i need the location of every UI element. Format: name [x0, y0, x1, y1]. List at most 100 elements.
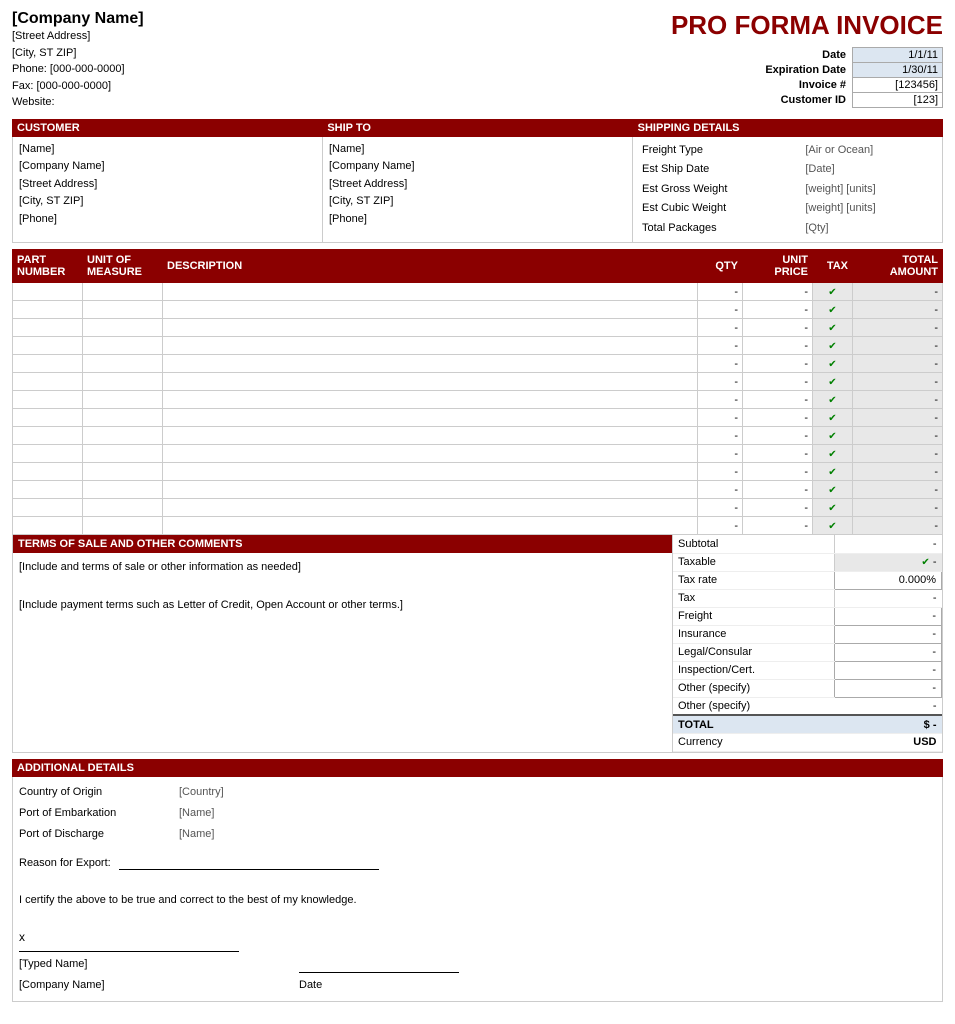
additional-section: ADDITIONAL DETAILS Country of Origin [Co…	[12, 759, 943, 1002]
totals-section: Subtotal - Taxable ✔ - Tax rate 0.000% T…	[673, 535, 943, 753]
col-header-desc: DESCRIPTION	[163, 250, 698, 283]
row-cell	[163, 301, 698, 319]
row-cell	[13, 499, 83, 517]
subtotal-label: Subtotal	[673, 535, 834, 553]
row-cell	[13, 481, 83, 499]
additional-header: ADDITIONAL DETAILS	[12, 759, 943, 777]
terms-header: TERMS OF SALE AND OTHER COMMENTS	[13, 535, 672, 553]
row-cell	[163, 391, 698, 409]
reason-label: Reason for Export:	[19, 853, 111, 874]
items-table: PART NUMBER UNIT OF MEASURE DESCRIPTION …	[12, 249, 943, 535]
row-cell	[83, 391, 163, 409]
currency-label: Currency	[673, 733, 834, 751]
info-row: [Name] [Company Name] [Street Address] […	[12, 137, 943, 244]
table-row: --✔-	[13, 499, 943, 517]
row-value-cell: -	[698, 337, 743, 355]
terms-line2: [Include payment terms such as Letter of…	[19, 596, 666, 615]
legal-label: Legal/Consular	[673, 643, 834, 661]
col-header-qty: QTY	[698, 250, 743, 283]
row-cell	[163, 355, 698, 373]
tax-check-icon: ✔	[828, 395, 836, 406]
row-value-cell: -	[698, 463, 743, 481]
row-cell	[13, 409, 83, 427]
tax-check-icon: ✔	[828, 305, 836, 316]
reason-row: Reason for Export:	[19, 853, 936, 874]
row-cell	[83, 517, 163, 535]
freight-value: [Air or Ocean]	[802, 141, 936, 161]
row-cell	[163, 481, 698, 499]
signature-block: x [Typed Name] [Company Name]	[19, 926, 239, 996]
expiration-label: Expiration Date	[762, 63, 852, 78]
discharge-label: Port of Discharge	[19, 824, 179, 845]
row-cell	[83, 445, 163, 463]
row-value-cell: -	[698, 499, 743, 517]
customer-phone: [Phone]	[19, 211, 316, 229]
taxable-label: Taxable	[673, 553, 834, 571]
row-cell	[83, 409, 163, 427]
tax-label: Tax	[673, 589, 834, 607]
freight-label: Freight Type	[639, 141, 802, 161]
row-value-cell: -	[853, 301, 943, 319]
tax-check-icon: ✔	[828, 359, 836, 370]
customer-id-value: [123]	[853, 93, 943, 108]
shipto-name: [Name]	[329, 141, 626, 159]
cubic-weight-value: [weight] [units]	[802, 199, 936, 219]
shipping-section-header: SHIPPING DETAILS	[633, 119, 943, 137]
invoice-num-label: Invoice #	[762, 78, 852, 93]
col-header-price: UNIT PRICE	[743, 250, 813, 283]
other1-label: Other (specify)	[673, 679, 834, 697]
reason-input[interactable]	[119, 856, 379, 870]
col-header-total: TOTAL AMOUNT	[853, 250, 943, 283]
row-value-cell: -	[743, 427, 813, 445]
row-value-cell: -	[743, 445, 813, 463]
legal-value: -	[834, 643, 941, 661]
row-cell	[83, 481, 163, 499]
packages-value: [Qty]	[802, 219, 936, 239]
totals-table: Subtotal - Taxable ✔ - Tax rate 0.000% T…	[673, 535, 942, 752]
row-cell	[13, 337, 83, 355]
row-value-cell: -	[698, 373, 743, 391]
other1-value: -	[834, 679, 941, 697]
freight-t-value: -	[834, 607, 941, 625]
tax-rate-label: Tax rate	[673, 571, 834, 589]
customer-name: [Name]	[19, 141, 316, 159]
header-section: [Company Name] [Street Address] [City, S…	[12, 10, 943, 111]
row-value-cell: -	[743, 373, 813, 391]
row-cell	[13, 517, 83, 535]
row-cell	[13, 283, 83, 301]
tax-value: -	[834, 589, 941, 607]
embarkation-label: Port of Embarkation	[19, 803, 179, 824]
info-headers-row: CUSTOMER SHIP TO SHIPPING DETAILS	[12, 119, 943, 137]
table-row: --✔-	[13, 283, 943, 301]
row-value-cell: -	[853, 463, 943, 481]
row-value-cell: -	[853, 283, 943, 301]
row-cell	[83, 463, 163, 481]
row-value-cell: -	[853, 373, 943, 391]
phone: Phone: [000-000-0000]	[12, 61, 671, 78]
row-value-cell: -	[743, 481, 813, 499]
row-cell	[13, 427, 83, 445]
certify-text: I certify the above to be true and corre…	[19, 890, 936, 911]
tax-check-icon: ✔	[828, 485, 836, 496]
customer-id-label: Customer ID	[762, 93, 852, 108]
row-cell	[163, 517, 698, 535]
tax-check-icon: ✔	[828, 503, 836, 514]
row-value-cell: -	[698, 409, 743, 427]
typed-name: [Typed Name]	[19, 954, 239, 975]
row-cell	[83, 283, 163, 301]
shipping-header-wrap: SHIPPING DETAILS	[633, 119, 943, 137]
shipto-company: [Company Name]	[329, 158, 626, 176]
embarkation-value: [Name]	[179, 803, 379, 824]
table-row: --✔-	[13, 463, 943, 481]
row-value-cell: -	[743, 463, 813, 481]
row-value-cell: -	[743, 301, 813, 319]
row-cell	[83, 427, 163, 445]
row-cell	[13, 301, 83, 319]
row-cell	[163, 463, 698, 481]
table-row: --✔-	[13, 373, 943, 391]
origin-label: Country of Origin	[19, 782, 179, 803]
date-label: Date	[762, 48, 852, 63]
row-value-cell: -	[743, 355, 813, 373]
row-cell	[13, 373, 83, 391]
table-row: --✔-	[13, 337, 943, 355]
